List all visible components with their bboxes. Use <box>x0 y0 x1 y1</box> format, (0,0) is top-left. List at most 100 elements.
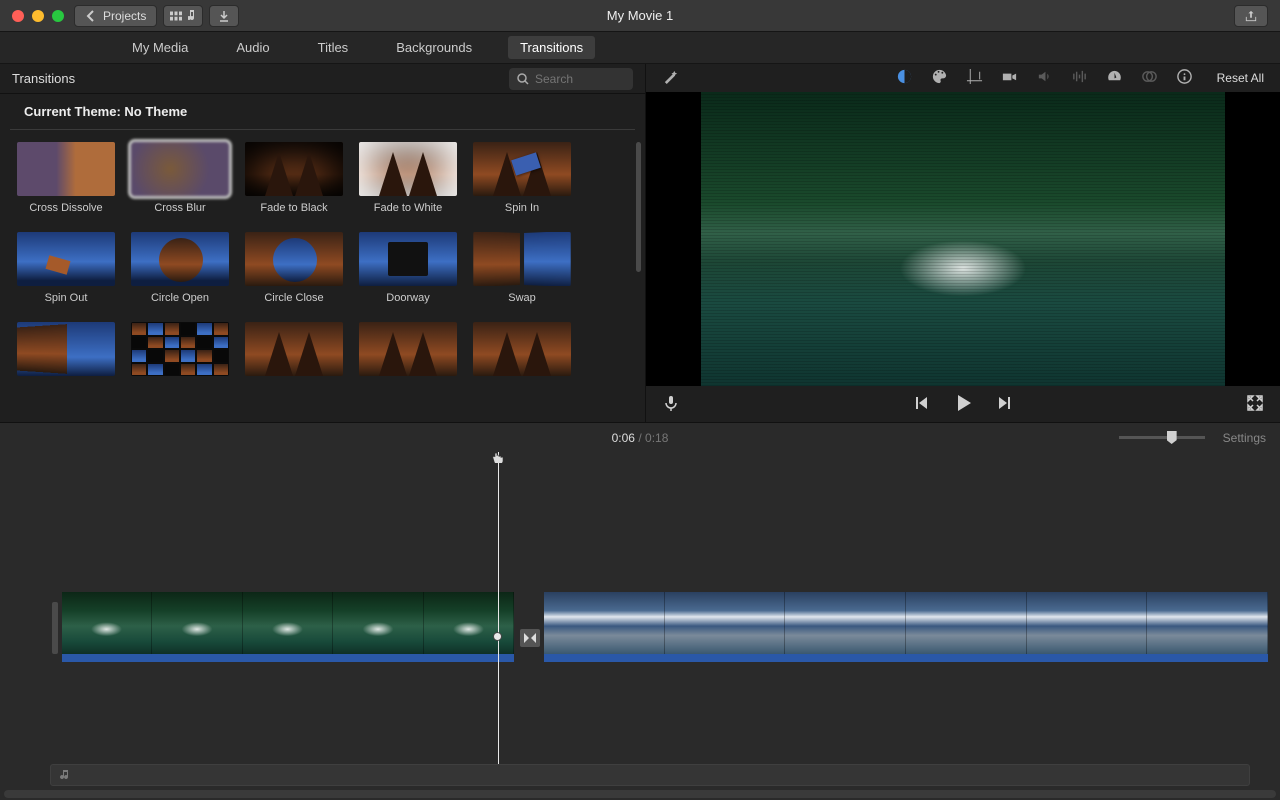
window-controls <box>0 10 74 22</box>
auto-enhance-button[interactable] <box>662 68 679 88</box>
transition-item[interactable]: Circle Open <box>128 232 232 304</box>
color-balance-icon <box>896 68 913 85</box>
timeline[interactable] <box>0 452 1280 800</box>
minimize-window-button[interactable] <box>32 10 44 22</box>
volume-button[interactable] <box>1036 68 1053 88</box>
crop-icon <box>966 68 983 85</box>
noise-reduction-button[interactable] <box>1071 68 1088 88</box>
music-note-icon <box>59 769 71 781</box>
transition-item[interactable]: Fade to White <box>356 142 460 214</box>
transition-thumb <box>131 142 229 196</box>
back-to-projects-button[interactable]: Projects <box>74 5 157 27</box>
transition-label: Cross Dissolve <box>29 202 102 214</box>
volume-icon <box>1036 68 1053 85</box>
prev-frame-button[interactable] <box>912 394 930 415</box>
transition-label: Spin Out <box>45 292 88 304</box>
speed-button[interactable] <box>1106 68 1123 88</box>
playhead[interactable] <box>498 452 499 786</box>
transition-item[interactable] <box>242 322 346 376</box>
total-time: 0:18 <box>645 431 668 445</box>
transition-icon <box>523 632 537 644</box>
timeline-clip[interactable] <box>544 592 1268 662</box>
transition-item[interactable]: Swap <box>470 232 574 304</box>
clip-info-button[interactable] <box>1176 68 1193 88</box>
transition-thumb <box>17 232 115 286</box>
transition-label: Fade to White <box>374 202 442 214</box>
speedometer-icon <box>1106 68 1123 85</box>
search-field[interactable] <box>509 68 633 90</box>
download-arrow-icon <box>218 10 230 22</box>
next-frame-button[interactable] <box>996 394 1014 415</box>
transition-item[interactable]: Doorway <box>356 232 460 304</box>
tab-my-media[interactable]: My Media <box>120 36 200 59</box>
timeline-settings-button[interactable]: Settings <box>1223 431 1266 445</box>
transition-item[interactable]: Cross Dissolve <box>14 142 118 214</box>
clip-filter-button[interactable] <box>1141 68 1158 88</box>
transition-thumb <box>131 232 229 286</box>
search-input[interactable] <box>535 72 615 86</box>
skip-back-icon <box>912 394 930 412</box>
browser-tabs: My Media Audio Titles Backgrounds Transi… <box>0 32 1280 64</box>
transition-label: Swap <box>508 292 536 304</box>
current-theme-label: Current Theme: No Theme <box>10 94 635 130</box>
transition-thumb <box>473 322 571 376</box>
play-button[interactable] <box>952 392 974 417</box>
crop-button[interactable] <box>966 68 983 88</box>
transition-item[interactable] <box>470 322 574 376</box>
transition-item[interactable]: Spin In <box>470 142 574 214</box>
stabilization-button[interactable] <box>1001 68 1018 88</box>
import-media-button[interactable] <box>163 5 203 27</box>
camera-icon <box>1001 68 1018 85</box>
tab-transitions[interactable]: Transitions <box>508 36 595 59</box>
transition-item[interactable] <box>356 322 460 376</box>
transition-item[interactable]: Spin Out <box>14 232 118 304</box>
record-voiceover-button[interactable] <box>662 394 680 415</box>
zoom-window-button[interactable] <box>52 10 64 22</box>
transition-item[interactable] <box>128 322 232 376</box>
timeline-clip[interactable] <box>62 592 514 662</box>
transition-item[interactable]: Cross Blur <box>128 142 232 214</box>
transition-item[interactable]: Circle Close <box>242 232 346 304</box>
video-viewer[interactable] <box>646 92 1280 386</box>
overlap-circles-icon <box>1141 68 1158 85</box>
horizontal-scrollbar[interactable] <box>4 790 1276 798</box>
media-grid-icon <box>170 10 182 22</box>
timecode: 0:06 / 0:18 <box>612 431 669 445</box>
share-button[interactable] <box>1234 5 1268 27</box>
transition-thumb <box>245 322 343 376</box>
clip-thumbnails <box>544 592 1268 654</box>
download-arrow-button[interactable] <box>209 5 239 27</box>
transition-thumb <box>17 142 115 196</box>
scrollbar-thumb[interactable] <box>636 142 641 272</box>
close-window-button[interactable] <box>12 10 24 22</box>
transition-label: Cross Blur <box>154 202 205 214</box>
zoom-knob[interactable] <box>1167 431 1177 444</box>
fullscreen-button[interactable] <box>1246 394 1264 415</box>
tab-titles[interactable]: Titles <box>306 36 361 59</box>
clip-audio-track[interactable] <box>544 654 1268 662</box>
transport-bar <box>646 386 1280 422</box>
transition-thumb <box>359 142 457 196</box>
transition-thumb <box>245 142 343 196</box>
audio-drop-zone[interactable] <box>50 764 1250 786</box>
tab-audio[interactable]: Audio <box>224 36 281 59</box>
chevron-left-icon <box>85 10 97 22</box>
tab-backgrounds[interactable]: Backgrounds <box>384 36 484 59</box>
color-correction-button[interactable] <box>931 68 948 88</box>
clip-trim-handle[interactable] <box>52 602 58 654</box>
mic-icon <box>662 394 680 412</box>
transition-item[interactable] <box>14 322 118 376</box>
window-title: My Movie 1 <box>607 8 673 23</box>
equalizer-icon <box>1071 68 1088 85</box>
reset-all-button[interactable]: Reset All <box>1217 71 1264 85</box>
playhead-marker[interactable] <box>493 632 502 641</box>
clip-thumbnails <box>62 592 514 654</box>
clip-audio-track[interactable] <box>62 654 514 662</box>
info-icon <box>1176 68 1193 85</box>
transition-thumb <box>17 322 115 376</box>
color-balance-button[interactable] <box>896 68 913 88</box>
transition-item[interactable]: Fade to Black <box>242 142 346 214</box>
transition-chip[interactable] <box>520 629 540 647</box>
current-time: 0:06 <box>612 431 635 445</box>
zoom-slider[interactable] <box>1119 436 1205 439</box>
